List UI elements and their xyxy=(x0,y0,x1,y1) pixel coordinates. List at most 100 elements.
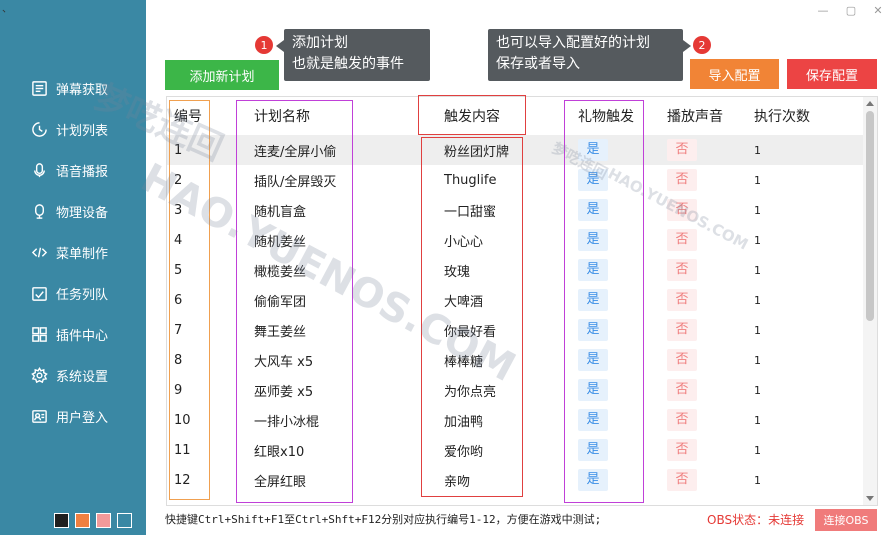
cell-id: 11 xyxy=(174,442,191,458)
theme-swatch-black[interactable] xyxy=(54,513,69,528)
cell-sound-badge[interactable]: 否 xyxy=(667,199,697,221)
save-config-button[interactable]: 保存配置 xyxy=(787,59,877,89)
close-icon[interactable]: ✕ xyxy=(871,3,885,17)
scroll-up-icon[interactable] xyxy=(866,101,874,106)
sidebar-item-settings[interactable]: 系统设置 xyxy=(30,364,108,386)
plan-icon xyxy=(30,120,48,138)
table-row[interactable]: 10 一排小冰棍 加油鸭 是 否 1 xyxy=(167,405,863,435)
cell-gift-badge[interactable]: 是 xyxy=(578,199,608,221)
sidebar-item-login[interactable]: 用户登入 xyxy=(30,405,108,427)
cell-id: 9 xyxy=(174,382,183,398)
minimize-icon[interactable]: — xyxy=(816,3,830,17)
cell-gift-badge[interactable]: 是 xyxy=(578,439,608,461)
maximize-icon[interactable]: ▢ xyxy=(844,3,858,17)
cell-sound-badge[interactable]: 否 xyxy=(667,229,697,251)
cell-name: 舞王姜丝 xyxy=(254,324,307,340)
table-row[interactable]: 1 连麦/全屏小偷 粉丝团灯牌 是 否 1 xyxy=(167,135,863,165)
tooltip-line: 也就是触发的事件 xyxy=(292,56,404,72)
cell-sound-badge[interactable]: 否 xyxy=(667,289,697,311)
sidebar-item-danmaku[interactable]: 弹幕获取 xyxy=(30,77,108,99)
cell-sound-badge[interactable]: 否 xyxy=(667,439,697,461)
cell-gift-badge[interactable]: 是 xyxy=(578,289,608,311)
table-row[interactable]: 2 插队/全屏毁灭 Thuglife 是 否 1 xyxy=(167,165,863,195)
sidebar-item-voice[interactable]: 语音播报 xyxy=(30,159,108,181)
sidebar-item-plans[interactable]: 计划列表 xyxy=(30,118,108,140)
cell-sound-badge[interactable]: 否 xyxy=(667,379,697,401)
table-row[interactable]: 3 随机盲盒 一口甜蜜 是 否 1 xyxy=(167,195,863,225)
scroll-down-icon[interactable] xyxy=(866,496,874,501)
cell-gift-badge[interactable]: 是 xyxy=(578,169,608,191)
column-header-count[interactable]: 执行次数 xyxy=(754,106,810,126)
cell-gift-badge[interactable]: 是 xyxy=(578,379,608,401)
column-header-trigger[interactable]: 触发内容 xyxy=(444,106,500,126)
table-scrollbar[interactable] xyxy=(863,97,877,505)
cell-name: 随机姜丝 xyxy=(254,234,307,250)
table-row[interactable]: 9 巫师姜 x5 为你点亮 是 否 1 xyxy=(167,375,863,405)
cell-gift-badge[interactable]: 是 xyxy=(578,229,608,251)
cell-sound: 否 xyxy=(667,409,697,431)
column-header-id[interactable]: 编号 xyxy=(174,106,202,126)
cell-count: 1 xyxy=(754,293,761,307)
theme-swatch-teal[interactable] xyxy=(117,513,132,528)
table-row[interactable]: 5 橄榄姜丝 玫瑰 是 否 1 xyxy=(167,255,863,285)
cell-trigger: 一口甜蜜 xyxy=(444,204,497,220)
cell-gift: 是 xyxy=(578,259,608,281)
table-row[interactable]: 8 大风车 x5 棒棒糖 是 否 1 xyxy=(167,345,863,375)
sidebar-item-tasks[interactable]: 任务列队 xyxy=(30,282,108,304)
cell-sound: 否 xyxy=(667,199,697,221)
table-row[interactable]: 4 随机姜丝 小心心 是 否 1 xyxy=(167,225,863,255)
cell-sound-badge[interactable]: 否 xyxy=(667,409,697,431)
cell-id: 5 xyxy=(174,262,183,278)
list-icon xyxy=(30,79,48,97)
table-row[interactable]: 7 舞王姜丝 你最好看 是 否 1 xyxy=(167,315,863,345)
table-row[interactable]: 12 全屏红眼 亲吻 是 否 1 xyxy=(167,465,863,495)
cell-gift-badge[interactable]: 是 xyxy=(578,349,608,371)
add-plan-button[interactable]: 添加新计划 xyxy=(165,60,279,90)
cell-name: 连麦/全屏小偷 xyxy=(254,144,337,160)
sidebar-item-label: 插件中心 xyxy=(56,328,109,344)
connect-obs-button[interactable]: 连接OBS xyxy=(815,509,877,531)
cell-sound: 否 xyxy=(667,349,697,371)
table-row[interactable]: 6 偷偷军团 大啤酒 是 否 1 xyxy=(167,285,863,315)
plan-table: 编号 计划名称 触发内容 礼物触发 播放声音 执行次数 1 连麦/全屏小偷 粉丝团灯… xyxy=(166,96,878,506)
cell-gift: 是 xyxy=(578,139,608,161)
cell-count: 1 xyxy=(754,413,761,427)
cell-sound: 否 xyxy=(667,169,697,191)
sidebar-item-menu[interactable]: 菜单制作 xyxy=(30,241,108,263)
cell-gift-badge[interactable]: 是 xyxy=(578,319,608,341)
column-header-name[interactable]: 计划名称 xyxy=(254,106,310,126)
table-row[interactable]: 11 红眼x10 爱你哟 是 否 1 xyxy=(167,435,863,465)
user-card-icon xyxy=(30,407,48,425)
sidebar-item-devices[interactable]: 物理设备 xyxy=(30,200,108,222)
cell-sound: 否 xyxy=(667,439,697,461)
cell-sound-badge[interactable]: 否 xyxy=(667,259,697,281)
theme-swatch-orange[interactable] xyxy=(75,513,90,528)
cell-count: 1 xyxy=(754,383,761,397)
cell-sound-badge[interactable]: 否 xyxy=(667,169,697,191)
cell-name: 偷偷军团 xyxy=(254,294,307,310)
cell-sound-badge[interactable]: 否 xyxy=(667,349,697,371)
cell-gift-badge[interactable]: 是 xyxy=(578,409,608,431)
cell-count: 1 xyxy=(754,233,761,247)
cell-gift-badge[interactable]: 是 xyxy=(578,139,608,161)
device-icon xyxy=(30,202,48,220)
cell-sound-badge[interactable]: 否 xyxy=(667,319,697,341)
cell-sound: 否 xyxy=(667,139,697,161)
cell-gift-badge[interactable]: 是 xyxy=(578,259,608,281)
sidebar-item-plugins[interactable]: 插件中心 xyxy=(30,323,108,345)
cell-sound-badge[interactable]: 否 xyxy=(667,469,697,491)
sidebar-item-label: 任务列队 xyxy=(56,287,109,303)
sidebar-item-label: 物理设备 xyxy=(56,205,109,221)
import-config-button[interactable]: 导入配置 xyxy=(690,59,779,89)
cell-sound-badge[interactable]: 否 xyxy=(667,139,697,161)
theme-swatch-pink[interactable] xyxy=(96,513,111,528)
shortcut-hint: 快捷键Ctrl+Shift+F1至Ctrl+Shft+F12分别对应执行编号1-… xyxy=(165,513,602,526)
cell-name: 巫师姜 x5 xyxy=(254,384,314,400)
cell-name: 一排小冰棍 xyxy=(254,414,320,430)
cell-gift-badge[interactable]: 是 xyxy=(578,469,608,491)
column-header-gift[interactable]: 礼物触发 xyxy=(578,106,634,126)
scrollbar-thumb[interactable] xyxy=(866,111,874,321)
column-header-sound[interactable]: 播放声音 xyxy=(667,106,723,126)
cell-trigger: 棒棒糖 xyxy=(444,354,484,370)
cell-gift: 是 xyxy=(578,169,608,191)
